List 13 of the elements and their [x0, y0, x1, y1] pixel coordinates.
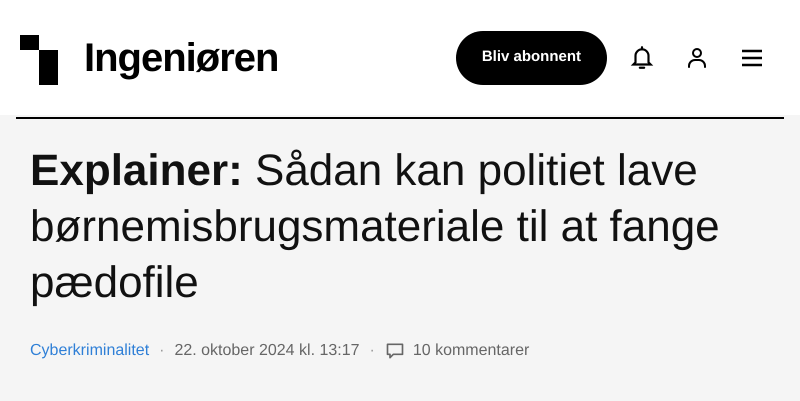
user-icon[interactable] — [685, 46, 709, 70]
separator-dot: · — [370, 341, 375, 361]
comments-link[interactable]: 10 kommentarer — [412, 339, 530, 363]
article-title: Explainer: Sådan kan politiet lave børnemisbrugsmateriale til at fange pædofile — [30, 145, 721, 309]
logo-text: Ingeniøren — [84, 34, 278, 82]
bell-icon[interactable] — [629, 44, 655, 70]
category-link[interactable]: Cyberkriminalitet — [30, 339, 150, 363]
publish-date: 22. oktober 2024 kl. 13:17 — [174, 341, 360, 361]
comment-icon — [384, 341, 405, 361]
separator-dot: · — [159, 341, 164, 361]
logo-icon — [20, 34, 58, 84]
subscribe-button[interactable]: Bliv abonnent — [456, 30, 607, 84]
menu-icon[interactable] — [741, 48, 763, 66]
